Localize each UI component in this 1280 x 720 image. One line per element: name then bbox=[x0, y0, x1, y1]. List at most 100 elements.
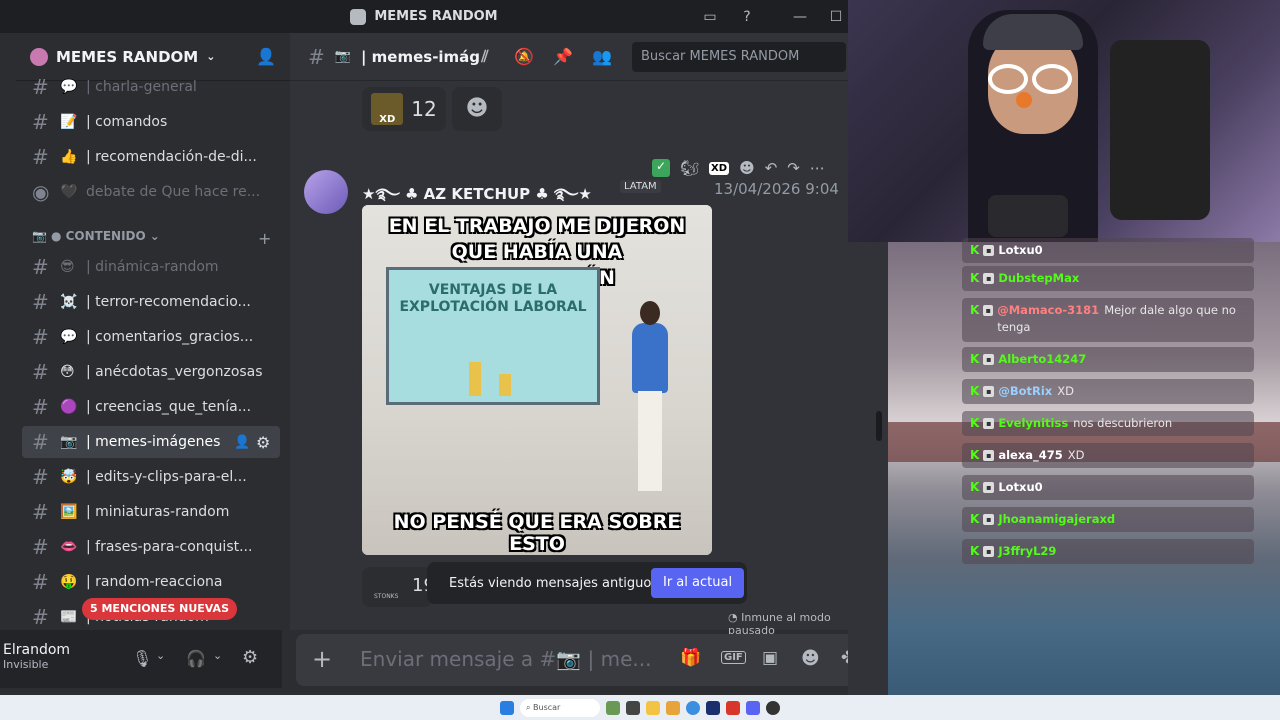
sticker-icon[interactable]: ▣ bbox=[762, 648, 778, 668]
channel-name: | anécdotas_vergonzosas bbox=[86, 364, 263, 380]
chat-username[interactable]: DubstepMax bbox=[998, 271, 1079, 285]
stream-chat-message: K ▪ DubstepMax bbox=[962, 266, 1254, 291]
channel-item[interactable]: # ☠️ | terror-recomendacio... bbox=[16, 286, 280, 318]
inbox-icon[interactable]: ▭ bbox=[700, 7, 720, 27]
jump-to-present-button[interactable]: Ir al actual bbox=[651, 568, 745, 598]
attach-plus-icon[interactable]: + bbox=[312, 645, 332, 673]
channel-item[interactable]: # 🤑 | random-reacciona bbox=[16, 566, 280, 598]
check-emoji-icon[interactable]: ✓ bbox=[652, 159, 670, 177]
xd-emoji-icon: XD bbox=[371, 93, 404, 125]
chat-username[interactable]: Lotxu0 bbox=[998, 480, 1042, 494]
add-member-icon[interactable]: 👤 bbox=[256, 47, 276, 66]
forward-icon[interactable]: ↷ bbox=[787, 159, 800, 177]
clock-icon: ◔ bbox=[728, 611, 742, 624]
channel-item[interactable]: # 👄 | frases-para-conquist... bbox=[16, 531, 280, 563]
avatar[interactable] bbox=[304, 170, 348, 214]
channel-item[interactable]: # 🟣 | creencias_que_tenía... bbox=[16, 391, 280, 423]
podium-icon bbox=[499, 374, 511, 396]
reaction-xd[interactable]: XD 12 bbox=[362, 87, 446, 131]
chat-username[interactable]: Alberto14247 bbox=[998, 352, 1086, 366]
add-channel-icon[interactable]: + bbox=[258, 229, 271, 248]
invite-icon[interactable]: 👤 bbox=[234, 435, 250, 450]
chat-username[interactable]: @BotRix bbox=[998, 384, 1052, 398]
glasses-left bbox=[988, 64, 1028, 94]
channel-name: | random-reacciona bbox=[86, 574, 223, 590]
emoji-icon[interactable]: ☻ bbox=[801, 648, 820, 669]
obs-icon[interactable] bbox=[766, 700, 780, 715]
user-badge-icon: ▪ bbox=[983, 386, 995, 397]
xd-emoji-icon[interactable]: XD bbox=[709, 161, 730, 175]
chat-username[interactable]: Jhoanamigajeraxd bbox=[998, 512, 1115, 526]
channel-item[interactable]: # 👍 | recomendación-de-di... bbox=[16, 141, 280, 173]
channel-item[interactable]: # 💬 | charla-general bbox=[16, 71, 280, 103]
channel-item[interactable]: # 📷 | memes-imágenes 👤 ⚙ bbox=[22, 426, 280, 458]
threads-icon[interactable]: ⫽ bbox=[474, 47, 496, 69]
discord-icon[interactable] bbox=[746, 700, 760, 715]
channel-item[interactable]: # 😎 | dinámica-random bbox=[16, 251, 280, 283]
reply-icon[interactable]: ↶ bbox=[765, 159, 778, 177]
user-badge-icon: ▪ bbox=[983, 450, 995, 461]
chat-username[interactable]: Evelynitiss bbox=[998, 416, 1068, 430]
settings-gear-icon[interactable]: ⚙ bbox=[242, 647, 258, 668]
photoshop-icon[interactable] bbox=[706, 700, 720, 715]
members-icon[interactable]: 👥 bbox=[591, 47, 613, 69]
channel-item[interactable]: # 📝 | comandos bbox=[16, 106, 280, 138]
old-messages-bar: Estás viendo mensajes antiguos Ir al act… bbox=[427, 562, 747, 604]
meme-image[interactable]: EN EL TRABAJO ME DIJERON QUE HABÍA UNA C… bbox=[362, 205, 712, 555]
gift-icon[interactable]: 🎁 bbox=[680, 648, 701, 668]
user-status: Invisible bbox=[3, 658, 49, 671]
minimize-icon[interactable]: — bbox=[790, 7, 810, 27]
channel-item[interactable]: ◉ 🖤 debate de Que hace re... bbox=[16, 176, 280, 208]
chat-username[interactable]: J3ffryL29 bbox=[998, 544, 1056, 558]
windows-start-icon[interactable] bbox=[500, 700, 514, 715]
taskbar-search-text: Buscar bbox=[533, 702, 561, 712]
squirrel-emoji-icon[interactable]: 🐿 bbox=[680, 159, 699, 177]
channel-item[interactable]: # 💬 | comentarios_gracios... bbox=[16, 321, 280, 353]
chat-username[interactable]: alexa_475 bbox=[998, 448, 1062, 462]
channel-item[interactable]: # 🤯 | edits-y-clips-para-el... bbox=[16, 461, 280, 493]
message-input[interactable]: Enviar mensaje a #📷 | me... bbox=[360, 647, 651, 671]
notifications-muted-icon[interactable]: 🔕 bbox=[513, 47, 535, 69]
channel-item[interactable]: # 🖼️ | miniaturas-random bbox=[16, 496, 280, 528]
help-icon[interactable]: ? bbox=[737, 7, 757, 27]
taskbar-search[interactable]: ⌕ Buscar bbox=[520, 698, 600, 717]
category-contenido[interactable]: 📷 ● CONTENIDO ⌄ bbox=[32, 229, 160, 243]
reaction-count: 12 bbox=[411, 97, 437, 121]
app-icon[interactable] bbox=[666, 700, 680, 715]
channel-item[interactable]: # 😳 | anécdotas_vergonzosas bbox=[16, 356, 280, 388]
chat-username[interactable]: @Mamaco-3181 bbox=[997, 303, 1099, 317]
channel-emoji-icon: ☠️ bbox=[60, 294, 78, 310]
pin-icon[interactable]: 📌 bbox=[552, 47, 574, 69]
chat-username[interactable]: Lotxu0 bbox=[998, 243, 1042, 257]
kick-badge-icon: K bbox=[970, 384, 980, 398]
gif-icon[interactable]: GIF bbox=[721, 651, 746, 664]
scrollbar[interactable] bbox=[876, 411, 882, 441]
channel-name: | charla-general bbox=[86, 79, 197, 95]
app-icon[interactable] bbox=[606, 700, 620, 715]
username[interactable]: Elrandom bbox=[3, 642, 70, 658]
chevron-down-icon[interactable]: ⌄ bbox=[213, 649, 222, 662]
mentions-pill[interactable]: 5 MENCIONES NUEVAS bbox=[82, 598, 237, 620]
channel-settings-icon[interactable]: ⚙ bbox=[256, 433, 270, 452]
cap bbox=[983, 14, 1083, 50]
chrome-icon[interactable] bbox=[686, 700, 700, 715]
app-icon[interactable] bbox=[626, 700, 640, 715]
maximize-icon[interactable]: ☐ bbox=[826, 7, 846, 27]
presenter-figure bbox=[632, 323, 668, 393]
webcam-overlay bbox=[848, 0, 1280, 242]
reaction-stonks[interactable]: STONKS 19 bbox=[362, 567, 435, 607]
user-badge-icon: ▪ bbox=[983, 482, 995, 493]
user-badge-icon: ▪ bbox=[983, 546, 995, 557]
search-input[interactable]: Buscar MEMES RANDOM bbox=[632, 42, 846, 72]
hash-icon: # bbox=[32, 570, 49, 594]
stream-chat-message: K ▪ alexa_475 XD bbox=[962, 443, 1254, 468]
app-icon[interactable] bbox=[726, 700, 740, 715]
microphone-icon[interactable]: 🎙 bbox=[132, 649, 152, 668]
folder-icon[interactable] bbox=[646, 700, 660, 715]
headphones-icon[interactable]: 🎧 bbox=[186, 649, 206, 668]
add-reaction-icon[interactable]: ☻ bbox=[452, 87, 502, 131]
add-reaction-icon[interactable]: ☻ bbox=[739, 159, 755, 177]
chevron-down-icon[interactable]: ⌄ bbox=[156, 649, 165, 662]
server-icon bbox=[30, 47, 48, 66]
more-icon[interactable]: ⋯ bbox=[810, 159, 825, 177]
